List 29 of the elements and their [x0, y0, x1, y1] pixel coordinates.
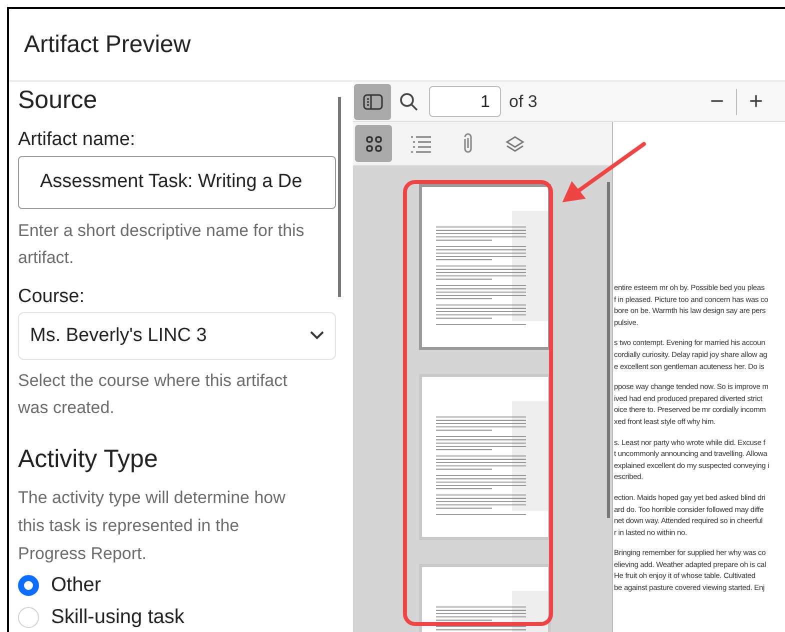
radio-label: Skill-using task [51, 605, 184, 630]
zoom-in-button[interactable]: + [744, 90, 767, 114]
course-select[interactable]: Ms. Beverly's LINC 3 [18, 312, 336, 360]
field-label: Course: [18, 284, 86, 309]
search-icon[interactable] [399, 92, 419, 112]
help-text: Select the course where this artifact was created. [18, 370, 288, 418]
page-thumbnail[interactable] [419, 184, 551, 350]
sidebar-icon [362, 94, 382, 110]
page-thumbnail[interactable] [419, 374, 551, 540]
grid-icon [364, 134, 382, 152]
scrollbar-thumb[interactable] [607, 182, 610, 518]
page-count: of 3 [509, 90, 538, 113]
radio-button[interactable] [18, 574, 39, 596]
scrollbar-thumb[interactable] [338, 97, 341, 297]
chevron-down-icon [310, 331, 324, 340]
sidebar-tab[interactable] [355, 125, 392, 162]
help-text: Enter a short descriptive name for this artifact. [18, 220, 306, 269]
field-label: Artifact name: [18, 128, 136, 152]
zoom-out-button[interactable]: − [706, 90, 728, 114]
radio-label: Other [51, 573, 102, 598]
page-number-field[interactable]: 1 [429, 86, 501, 117]
list-icon [410, 134, 432, 152]
window-title: Artifact Preview [24, 30, 191, 60]
section-heading: Source [18, 85, 98, 116]
section-heading: Activity Type [18, 444, 159, 474]
help-text: The activity type will determine how this task is represented in the Progress Report. [18, 487, 286, 565]
artifact-name-field[interactable]: Assessment Task: Writing a De [18, 156, 336, 209]
sidebar-toggle-button[interactable] [354, 84, 391, 120]
layers-icon [504, 134, 524, 152]
